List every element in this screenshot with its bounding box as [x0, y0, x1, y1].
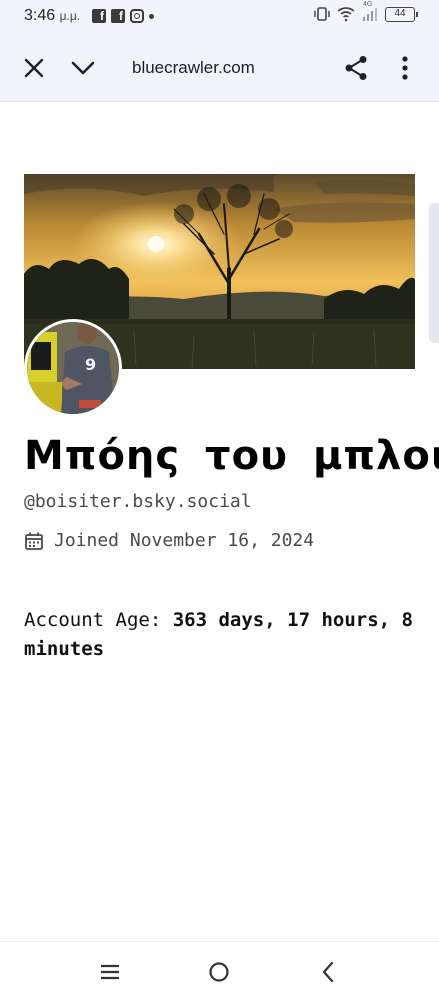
more-notifications-icon — [149, 13, 154, 19]
status-time-value: 3:46 — [24, 7, 56, 24]
display-name: Μπόης του μπλου — [24, 433, 439, 479]
system-nav-bar — [0, 941, 439, 1000]
scroll-handle[interactable] — [429, 203, 439, 343]
share-button[interactable] — [340, 52, 372, 84]
account-age-label: Account Age: — [24, 609, 162, 631]
joined-date-row: Joined November 16, 2024 — [24, 530, 314, 551]
profile-handle: @boisiter.bsky.social — [24, 491, 252, 512]
minimize-button[interactable] — [67, 52, 99, 84]
calendar-icon — [25, 532, 43, 550]
profile-avatar: 9 — [24, 319, 122, 417]
svg-text:9: 9 — [85, 355, 96, 374]
share-icon — [345, 56, 367, 80]
instagram-icon — [130, 9, 144, 23]
browser-toolbar: bluecrawler.com — [0, 34, 439, 102]
joined-date: Joined November 16, 2024 — [54, 530, 315, 551]
notification-icons: f f — [92, 9, 154, 23]
home-icon — [209, 962, 229, 982]
wifi-icon — [337, 7, 355, 22]
battery-icon: 44 — [385, 6, 418, 22]
chevron-down-icon — [71, 61, 95, 75]
url-display[interactable]: bluecrawler.com — [132, 58, 255, 78]
status-ampm: μ.μ. — [59, 9, 81, 23]
system-icons: 4G 44 — [313, 1, 418, 22]
cell-signal-icon: 4G — [361, 1, 379, 22]
home-button[interactable] — [205, 958, 233, 986]
recent-apps-icon — [101, 964, 119, 980]
more-vert-icon — [402, 56, 408, 80]
back-icon — [322, 961, 334, 983]
back-button[interactable] — [314, 958, 342, 986]
facebook-icon: f — [92, 9, 106, 23]
close-button[interactable] — [18, 52, 50, 84]
account-age: Account Age: 363 days, 17 hours, 8 minut… — [24, 606, 424, 664]
vibrate-icon — [314, 7, 330, 21]
status-time: 3:46 μ.μ. — [24, 7, 80, 25]
close-icon — [24, 58, 44, 78]
facebook-icon: f — [111, 9, 125, 23]
recent-apps-button[interactable] — [96, 958, 124, 986]
more-options-button[interactable] — [389, 52, 421, 84]
status-bar: 3:46 μ.μ. f f 4G 44 — [0, 0, 439, 34]
battery-level: 44 — [394, 7, 406, 19]
